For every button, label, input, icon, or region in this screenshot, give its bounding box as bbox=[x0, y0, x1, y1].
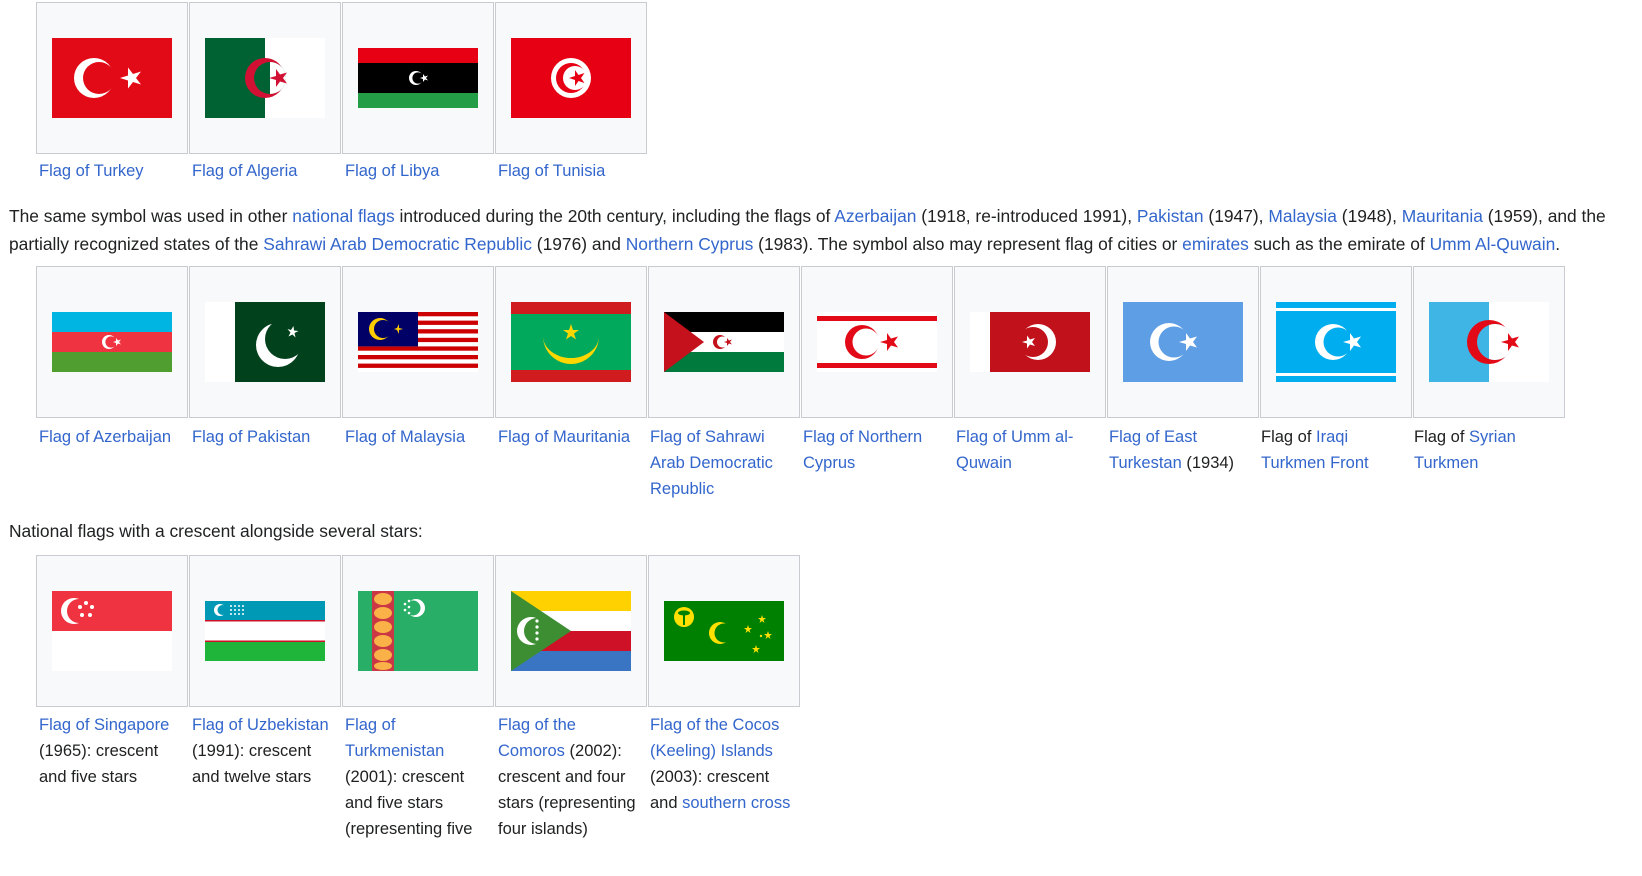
flag-pakistan-image[interactable] bbox=[189, 266, 341, 418]
flag-malaysia-image[interactable] bbox=[342, 266, 494, 418]
caption-gallery3-1: Flag of Uzbekistan (1991): crescent and … bbox=[192, 712, 338, 790]
caption-suffix: (1991): crescent and twelve stars bbox=[192, 742, 312, 786]
caption-gallery2-1: Flag of Pakistan bbox=[192, 424, 340, 450]
link-emirates[interactable]: emirates bbox=[1182, 234, 1249, 254]
caption-turkey: Flag of Turkey bbox=[39, 158, 189, 184]
link-malaysia[interactable]: Malaysia bbox=[1268, 206, 1337, 226]
comoros-flag-icon bbox=[511, 591, 631, 671]
caption-gallery2-5: Flag of Northern Cyprus bbox=[803, 424, 951, 476]
caption-link[interactable]: Flag of Umm al-Quwain bbox=[956, 428, 1073, 472]
caption-link[interactable]: Flag of Azerbaijan bbox=[39, 428, 171, 446]
libya-flag-icon bbox=[358, 48, 478, 108]
caption-gallery2-0: Flag of Azerbaijan bbox=[39, 424, 187, 450]
paragraph-text: (1918, re-introduced 1991), bbox=[916, 206, 1137, 226]
caption-link[interactable]: Flag of Turkmenistan bbox=[345, 716, 444, 760]
paragraph-text: (1976) and bbox=[531, 234, 626, 254]
caption-gallery3-2: Flag of Turkmenistan (2001): crescent an… bbox=[345, 712, 491, 842]
flag-sahrawi-image[interactable] bbox=[648, 266, 800, 418]
caption-link[interactable]: Flag of Mauritania bbox=[498, 428, 630, 446]
caption-link[interactable]: Flag of Singapore bbox=[39, 716, 169, 734]
paragraph-text: (1947), bbox=[1203, 206, 1269, 226]
algeria-flag-icon bbox=[205, 38, 325, 118]
pakistan-flag-icon bbox=[205, 302, 325, 382]
flag-mauritania-image[interactable] bbox=[495, 266, 647, 418]
link-flag-of-tunisia[interactable]: Flag of Tunisia bbox=[498, 162, 605, 180]
caption-gallery2-2: Flag of Malaysia bbox=[345, 424, 493, 450]
caption-gallery2-3: Flag of Mauritania bbox=[498, 424, 646, 450]
singapore-flag-icon bbox=[52, 591, 172, 671]
caption-gallery2-9: Flag of Syrian Turkmen bbox=[1414, 424, 1562, 476]
flag-singapore-image[interactable] bbox=[36, 555, 188, 707]
paragraph-crescent-several-stars: National flags with a crescent alongside… bbox=[9, 521, 423, 541]
caption-suffix: (1965): crescent and five stars bbox=[39, 742, 159, 786]
link-national-flags[interactable]: national flags bbox=[292, 206, 394, 226]
caption-prefix: Flag of bbox=[1414, 428, 1470, 446]
caption-tunisia: Flag of Tunisia bbox=[498, 158, 648, 184]
flag-east-turkestan-image[interactable] bbox=[1107, 266, 1259, 418]
flag-iraqi-turkmen-front-image[interactable] bbox=[1260, 266, 1412, 418]
flag-syrian-turkmen-image[interactable] bbox=[1413, 266, 1565, 418]
caption-suffix: (1934) bbox=[1181, 454, 1235, 472]
caption-link[interactable]: Flag of Uzbekistan bbox=[192, 716, 329, 734]
link-mauritania[interactable]: Mauritania bbox=[1402, 206, 1483, 226]
link-pakistan[interactable]: Pakistan bbox=[1137, 206, 1204, 226]
cocos-keeling-flag-icon bbox=[664, 601, 784, 661]
link-flag-of-libya[interactable]: Flag of Libya bbox=[345, 162, 439, 180]
paragraph-text: (1948), bbox=[1336, 206, 1402, 226]
paragraph-text: introduced during the 20th century, incl… bbox=[394, 206, 835, 226]
caption-link[interactable]: Flag of the Cocos (Keeling) Islands bbox=[650, 716, 779, 760]
flag-cocos-image[interactable] bbox=[648, 555, 800, 707]
tunisia-flag-icon bbox=[511, 38, 631, 118]
link-flag-of-algeria[interactable]: Flag of Algeria bbox=[192, 162, 297, 180]
turkmenistan-flag-icon bbox=[358, 591, 478, 671]
link-flag-of-turkey[interactable]: Flag of Turkey bbox=[39, 162, 144, 180]
caption-gallery2-4: Flag of Sahrawi Arab Democratic Republic bbox=[650, 424, 798, 502]
flag-turkmenistan-image[interactable] bbox=[342, 555, 494, 707]
caption-gallery2-7: Flag of East Turkestan (1934) bbox=[1109, 424, 1257, 476]
northern-cyprus-flag-icon bbox=[817, 312, 937, 372]
malaysia-flag-icon bbox=[358, 312, 478, 372]
flag-uzbekistan-image[interactable] bbox=[189, 555, 341, 707]
caption-gallery3-0: Flag of Singapore (1965): crescent and f… bbox=[39, 712, 185, 790]
azerbaijan-flag-icon bbox=[52, 312, 172, 372]
mauritania-flag-icon bbox=[511, 302, 631, 382]
paragraph-text: such as the emirate of bbox=[1248, 234, 1430, 254]
link-azerbaijan[interactable]: Azerbaijan bbox=[834, 206, 916, 226]
flag-libya-image[interactable] bbox=[342, 2, 494, 154]
caption-gallery3-4: Flag of the Cocos (Keeling) Islands (200… bbox=[650, 712, 796, 816]
link-northern-cyprus[interactable]: Northern Cyprus bbox=[626, 234, 754, 254]
paragraph-symbol-usage: The same symbol was used in other nation… bbox=[9, 202, 1634, 258]
umm-al-quwain-flag-icon bbox=[970, 312, 1090, 372]
link-umm-al-quwain[interactable]: Umm Al-Quwain bbox=[1430, 234, 1556, 254]
caption-algeria: Flag of Algeria bbox=[192, 158, 342, 184]
caption-link[interactable]: southern cross bbox=[682, 794, 790, 812]
flag-northern-cyprus-image[interactable] bbox=[801, 266, 953, 418]
caption-link[interactable]: Flag of Pakistan bbox=[192, 428, 310, 446]
caption-link[interactable]: Flag of Malaysia bbox=[345, 428, 465, 446]
caption-libya: Flag of Libya bbox=[345, 158, 495, 184]
sahrawi-flag-icon bbox=[664, 312, 784, 372]
paragraph-text: The same symbol was used in other bbox=[9, 206, 293, 226]
flag-algeria-image[interactable] bbox=[189, 2, 341, 154]
east-turkestan-flag-icon bbox=[1123, 302, 1243, 382]
paragraph-text: . bbox=[1555, 234, 1561, 254]
flag-turkey-image[interactable] bbox=[36, 2, 188, 154]
caption-prefix: Flag of bbox=[1261, 428, 1317, 446]
paragraph-text: (1983). The symbol also may represent fl… bbox=[753, 234, 1183, 254]
iraqi-turkmen-flag-icon bbox=[1276, 302, 1396, 382]
caption-gallery2-6: Flag of Umm al-Quwain bbox=[956, 424, 1104, 476]
syrian-turkmen-flag-icon bbox=[1429, 302, 1549, 382]
uzbekistan-flag-icon bbox=[205, 601, 325, 661]
caption-gallery2-8: Flag of Iraqi Turkmen Front bbox=[1261, 424, 1409, 476]
caption-link[interactable]: Flag of Sahrawi Arab Democratic Republic bbox=[650, 428, 773, 498]
flag-azerbaijan-image[interactable] bbox=[36, 266, 188, 418]
caption-link[interactable]: Flag of Northern Cyprus bbox=[803, 428, 922, 472]
flag-comoros-image[interactable] bbox=[495, 555, 647, 707]
caption-gallery3-3: Flag of the Comoros (2002): crescent and… bbox=[498, 712, 644, 842]
link-sahrawi-arab-democratic-republic[interactable]: Sahrawi Arab Democratic Republic bbox=[263, 234, 532, 254]
turkey-flag-icon bbox=[52, 38, 172, 118]
caption-suffix: (2001): crescent and five stars (represe… bbox=[345, 768, 473, 838]
flag-umm-al-quwain-image[interactable] bbox=[954, 266, 1106, 418]
flag-tunisia-image[interactable] bbox=[495, 2, 647, 154]
